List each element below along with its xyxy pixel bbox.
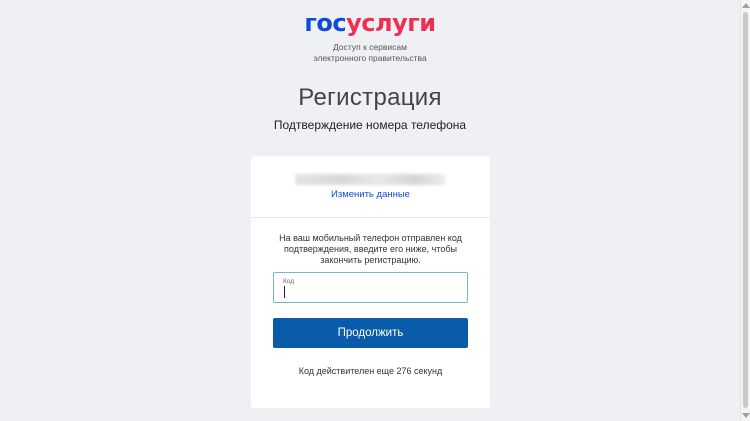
page-subtitle: Подтверждение номера телефона [273, 118, 467, 132]
tagline-line-2: электронного правительства [313, 52, 427, 63]
masked-phone-number [295, 174, 445, 185]
logo-part-uslugi: услуги [346, 9, 436, 37]
page-title: Регистрация [298, 84, 442, 111]
tagline: Доступ к сервисам электронного правитель… [0, 42, 740, 63]
tagline-line-1: Доступ к сервисам [333, 42, 407, 52]
registration-page: госуслуги Доступ к сервисам электронного… [0, 0, 740, 421]
gosuslugi-logo[interactable]: госуслуги [0, 9, 740, 37]
code-validity-timer: Код действителен еще 276 секунд [298, 366, 443, 376]
confirmation-info-text: На ваш мобильный телефон отправлен код п… [279, 233, 462, 265]
confirmation-card: Изменить данные На ваш мобильный телефон… [251, 156, 490, 408]
code-field-label: Код [283, 278, 295, 285]
scrollbar-thumb[interactable] [743, 12, 748, 408]
scroll-down-arrow-icon[interactable] [742, 413, 750, 418]
code-input[interactable] [283, 286, 453, 298]
text-caret [284, 286, 285, 298]
code-field[interactable]: Код [273, 272, 468, 303]
card-divider [251, 217, 490, 218]
scroll-up-arrow-icon[interactable] [742, 3, 750, 8]
vertical-scrollbar[interactable] [740, 0, 750, 421]
change-data-link[interactable]: Изменить данные [251, 189, 490, 200]
continue-button[interactable]: Продолжить [273, 318, 468, 348]
logo-part-gos: гос [304, 9, 347, 37]
